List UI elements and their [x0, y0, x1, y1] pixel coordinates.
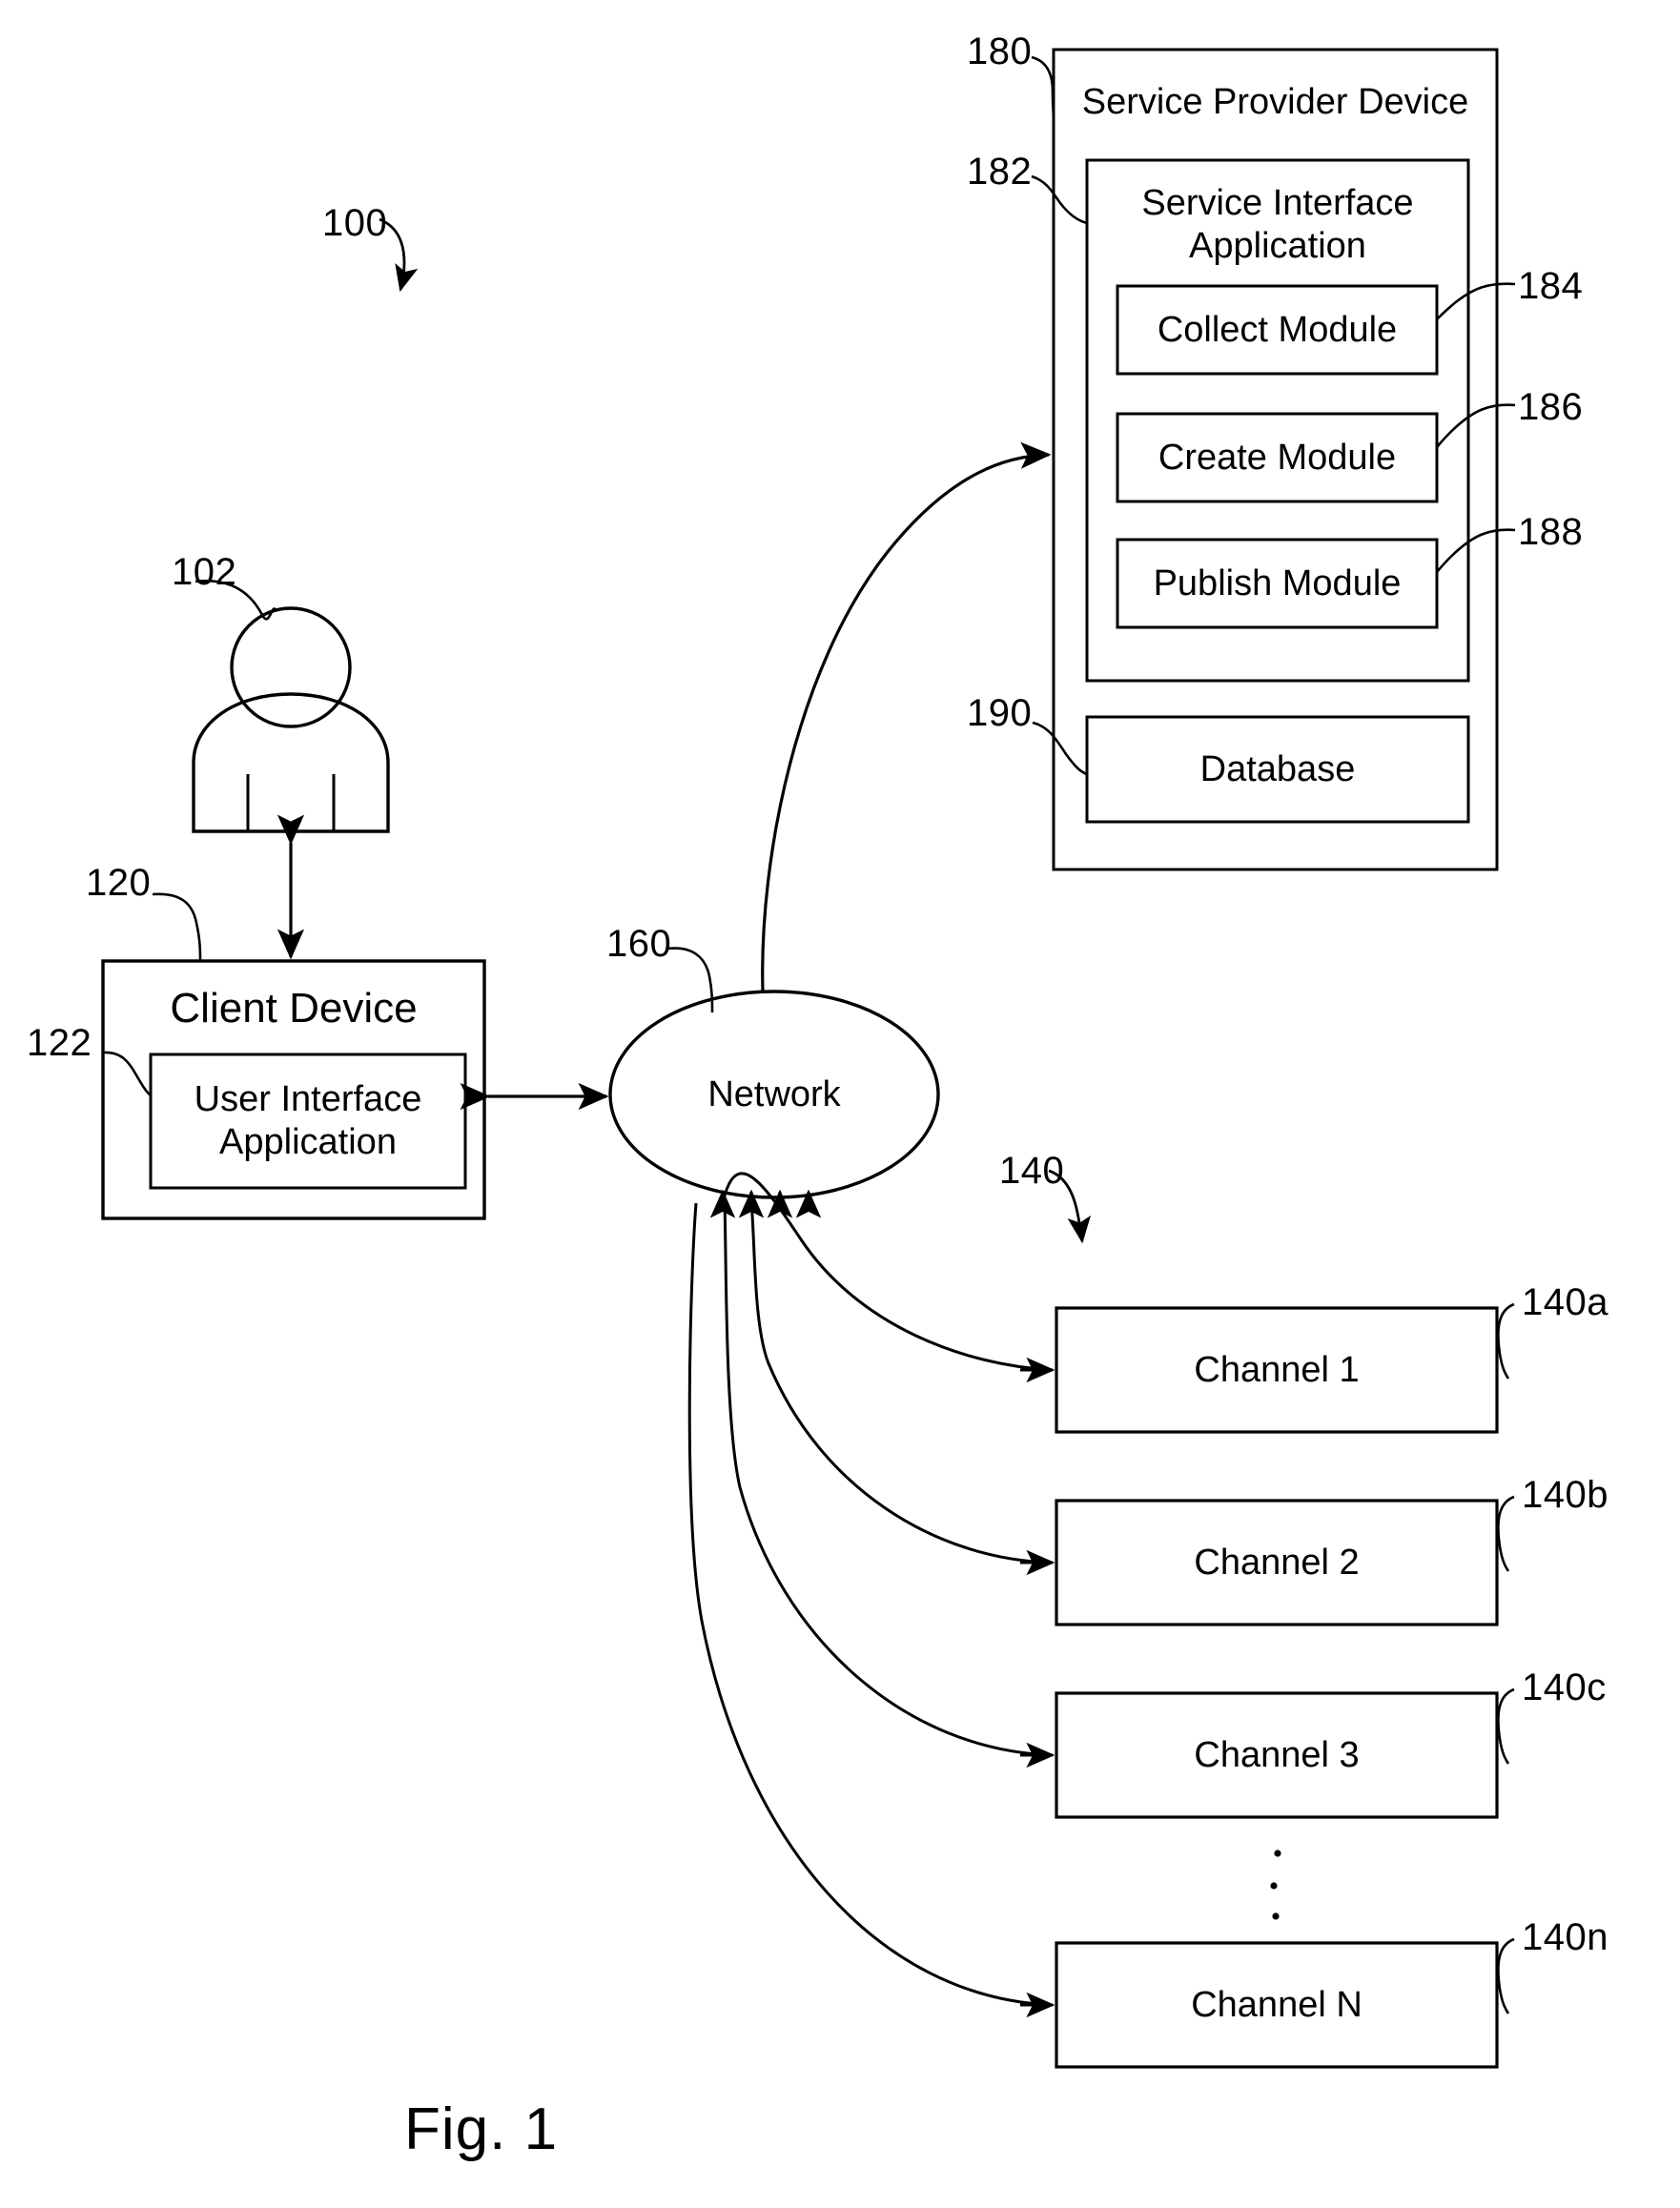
channel-3-box [1055, 1691, 1499, 1819]
collect-module-box [1116, 284, 1439, 376]
ref-190: 190 [967, 692, 1033, 734]
create-module-box [1116, 412, 1439, 503]
channel-n-network-line [687, 1202, 1054, 2007]
vertical-ellipsis-dot [1272, 1912, 1280, 1920]
ref-140b: 140b [1522, 1474, 1608, 1516]
ref-100: 100 [322, 202, 388, 244]
leader-190 [1032, 721, 1088, 776]
channel-n-box [1055, 1941, 1499, 2069]
ref-140c: 140c [1522, 1666, 1607, 1708]
client-device-box [101, 959, 486, 1220]
ref-180: 180 [967, 31, 1033, 72]
leader-186 [1436, 403, 1516, 448]
service-interface-application-box [1085, 158, 1470, 683]
ref-140n: 140n [1522, 1916, 1608, 1958]
ref-102: 102 [172, 551, 237, 593]
leader-140n [1497, 1937, 1515, 2014]
ref-160: 160 [606, 923, 672, 965]
leader-160 [666, 947, 714, 1013]
leader-140c [1497, 1687, 1515, 1765]
channel-1-box [1055, 1306, 1499, 1434]
network-ellipse [608, 990, 940, 1199]
ref-188: 188 [1518, 511, 1584, 553]
channel-2-network-line [749, 1202, 1054, 1564]
channel-3-network-line [723, 1202, 1054, 1757]
channel-1-network-line [721, 1172, 1054, 1372]
ref-140: 140 [999, 1150, 1065, 1192]
person-body-icon [192, 692, 390, 833]
leader-140a [1497, 1302, 1515, 1380]
leader-188 [1436, 528, 1516, 573]
person-head-icon [230, 606, 352, 728]
patent-figure: 100 102 120 122 Client Device User Inter… [0, 0, 1680, 2208]
publish-module-box [1116, 538, 1439, 629]
channel-2-box [1055, 1499, 1499, 1626]
database-box [1085, 715, 1470, 824]
ref-184: 184 [1518, 265, 1584, 307]
ref-120: 120 [86, 862, 152, 904]
leader-120 [152, 892, 202, 961]
leader-184 [1436, 282, 1516, 320]
figure-caption: Fig. 1 [404, 2096, 559, 2162]
ref-186: 186 [1518, 386, 1584, 428]
ref-182: 182 [967, 151, 1033, 193]
leader-182 [1031, 174, 1088, 225]
user-interface-application-box [149, 1053, 467, 1190]
service-provider-device-box [1052, 48, 1499, 871]
ref-140a: 140a [1522, 1281, 1608, 1323]
leader-122 [102, 1051, 152, 1097]
vertical-ellipsis-dot [1270, 1882, 1278, 1890]
ref-122: 122 [27, 1022, 92, 1064]
vertical-ellipsis-dot [1274, 1850, 1281, 1857]
leader-180 [1031, 55, 1055, 123]
diagram-vector-layer [101, 48, 1516, 2069]
leader-140b [1497, 1495, 1515, 1572]
